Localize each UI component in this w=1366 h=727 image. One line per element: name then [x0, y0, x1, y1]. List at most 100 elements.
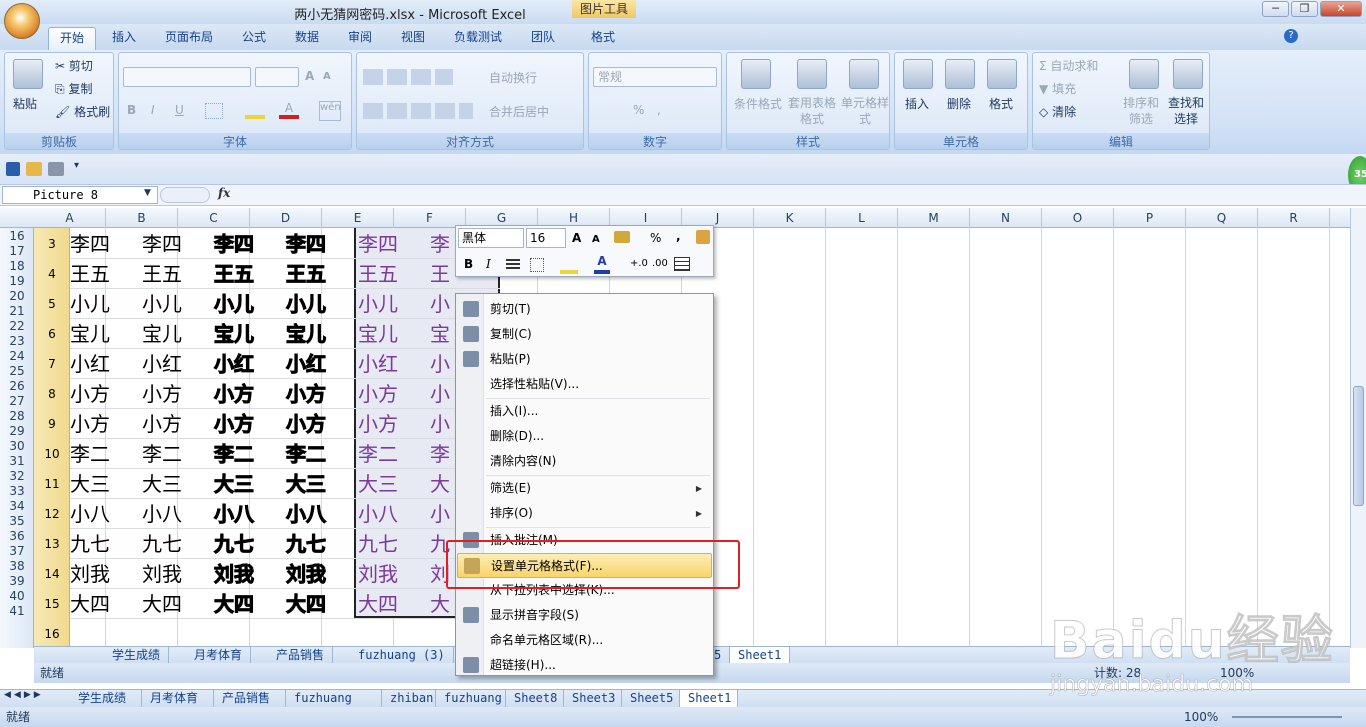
name-cell[interactable]: 宝儿: [358, 319, 398, 349]
tab-insert[interactable]: 插入: [101, 27, 147, 50]
phonetic-icon[interactable]: wén: [319, 101, 341, 121]
name-cell[interactable]: 小儿: [142, 289, 182, 319]
context-menu-item[interactable]: 显示拼音字段(S): [457, 603, 712, 628]
name-cell[interactable]: 大三: [286, 469, 327, 499]
name-cell[interactable]: 大四: [286, 589, 327, 619]
row-number[interactable]: 30: [0, 439, 34, 454]
tab-home[interactable]: 开始: [48, 27, 97, 50]
name-cell[interactable]: 小方: [430, 409, 456, 439]
tab-formulas[interactable]: 公式: [231, 27, 277, 50]
name-cell[interactable]: 大四: [142, 589, 182, 619]
name-cell[interactable]: 刘我: [70, 559, 110, 589]
tab-data[interactable]: 数据: [284, 27, 330, 50]
column-header-e[interactable]: E: [322, 208, 394, 228]
office-button[interactable]: [4, 3, 40, 39]
name-cell[interactable]: 宝儿: [430, 319, 456, 349]
sheet-tab[interactable]: 学生成绩: [70, 690, 142, 707]
name-cell[interactable]: 王五: [214, 259, 255, 289]
minimize-button[interactable]: ─: [1262, 1, 1289, 17]
name-cell[interactable]: 宝儿: [70, 319, 110, 349]
column-header-p[interactable]: P: [1114, 208, 1186, 228]
cut-button[interactable]: ✂ 剪切: [55, 57, 93, 74]
underline-button[interactable]: U: [175, 103, 184, 117]
column-header-k[interactable]: K: [754, 208, 826, 228]
name-cell[interactable]: 刘我: [142, 559, 182, 589]
shrink-font-button[interactable]: A: [323, 71, 331, 82]
name-cell[interactable]: 小红: [70, 349, 110, 379]
customize-qat-icon[interactable]: ▾: [74, 160, 79, 171]
name-cell[interactable]: 王五: [430, 259, 456, 289]
row-number[interactable]: 37: [0, 544, 34, 559]
vertical-scrollbar[interactable]: [1350, 208, 1366, 648]
inner-sheet-tab[interactable]: 月考体育: [186, 647, 252, 664]
name-cell[interactable]: 小方: [430, 379, 456, 409]
find-select-button[interactable]: 查找和选择: [1165, 95, 1207, 127]
inner-sheet-tab[interactable]: 学生成绩: [104, 647, 170, 664]
row-number[interactable]: 29: [0, 424, 34, 439]
row-number[interactable]: 23: [0, 334, 34, 349]
name-cell[interactable]: 小八: [214, 499, 255, 529]
context-menu-item[interactable]: 超链接(H)...: [457, 653, 712, 678]
row-number[interactable]: 33: [0, 484, 34, 499]
tab-review[interactable]: 审阅: [337, 27, 383, 50]
row-number[interactable]: 32: [0, 469, 34, 484]
name-cell[interactable]: 大三: [430, 469, 456, 499]
name-cell[interactable]: 宝儿: [142, 319, 182, 349]
context-menu-item[interactable]: 剪切(T): [457, 297, 712, 322]
name-cell[interactable]: 九七: [286, 529, 327, 559]
name-cell[interactable]: 李二: [214, 439, 255, 469]
mini-font-color-icon[interactable]: A: [594, 254, 610, 274]
merge-center-button[interactable]: 合并后居中: [489, 103, 549, 120]
column-header-a[interactable]: A: [34, 208, 106, 228]
name-cell[interactable]: 小八: [358, 499, 398, 529]
scroll-thumb[interactable]: [1353, 386, 1364, 506]
row-number[interactable]: 36: [0, 529, 34, 544]
name-cell[interactable]: 小红: [142, 349, 182, 379]
name-cell[interactable]: 九七: [142, 529, 182, 559]
mini-format-icon[interactable]: [614, 231, 630, 243]
row-number[interactable]: 38: [0, 559, 34, 574]
row-number[interactable]: 26: [0, 379, 34, 394]
row-number[interactable]: 20: [0, 289, 34, 304]
name-cell[interactable]: 大四: [430, 589, 456, 619]
horizontal-align-icons[interactable]: [363, 103, 473, 119]
close-button[interactable]: ✕: [1320, 1, 1362, 17]
name-cell[interactable]: 李四: [142, 229, 182, 259]
mini-percent-button[interactable]: %: [650, 228, 661, 248]
formula-expand-control[interactable]: [160, 187, 210, 203]
restore-button[interactable]: ❐: [1291, 1, 1318, 17]
sheet-tab[interactable]: fuzhuang (3): [286, 690, 382, 721]
name-cell[interactable]: 大四: [70, 589, 110, 619]
row-number[interactable]: 19: [0, 274, 34, 289]
fill-button[interactable]: ▼ 填充: [1039, 80, 1076, 97]
name-cell[interactable]: 大三: [358, 469, 398, 499]
mini-border-icon[interactable]: [530, 258, 544, 272]
sort-filter-button[interactable]: 排序和筛选: [1121, 95, 1161, 127]
context-menu-item[interactable]: 筛选(E) ▶: [457, 476, 712, 501]
sheet-tab[interactable]: Sheet3: [564, 690, 622, 707]
name-cell[interactable]: 李二: [358, 439, 398, 469]
conditional-format-button[interactable]: 条件格式: [731, 95, 785, 112]
row-number[interactable]: 18: [0, 259, 34, 274]
tab-view[interactable]: 视图: [390, 27, 436, 50]
name-cell[interactable]: 小方: [214, 409, 255, 439]
percent-button[interactable]: %: [633, 103, 644, 117]
inner-sheet-tab[interactable]: 产品销售: [268, 647, 334, 664]
name-cell[interactable]: 李四: [70, 229, 110, 259]
mini-font-select[interactable]: 黑体: [458, 228, 524, 248]
grow-font-button[interactable]: A: [305, 69, 314, 83]
sheet-tab[interactable]: 月考体育: [142, 690, 214, 707]
mini-shrink-font-icon[interactable]: A: [592, 230, 600, 250]
name-cell[interactable]: 大四: [358, 589, 398, 619]
font-size-select[interactable]: [255, 67, 299, 87]
name-cell[interactable]: 小八: [286, 499, 327, 529]
font-name-select[interactable]: [123, 67, 251, 87]
row-number[interactable]: 39: [0, 574, 34, 589]
column-header-d[interactable]: D: [250, 208, 322, 228]
name-cell[interactable]: 李四: [286, 229, 327, 259]
tab-format[interactable]: 格式: [580, 27, 626, 50]
name-cell[interactable]: 宝儿: [286, 319, 327, 349]
context-menu-item[interactable]: 复制(C): [457, 322, 712, 347]
insert-cells-button[interactable]: 插入: [905, 95, 929, 112]
border-icon[interactable]: [205, 103, 223, 119]
